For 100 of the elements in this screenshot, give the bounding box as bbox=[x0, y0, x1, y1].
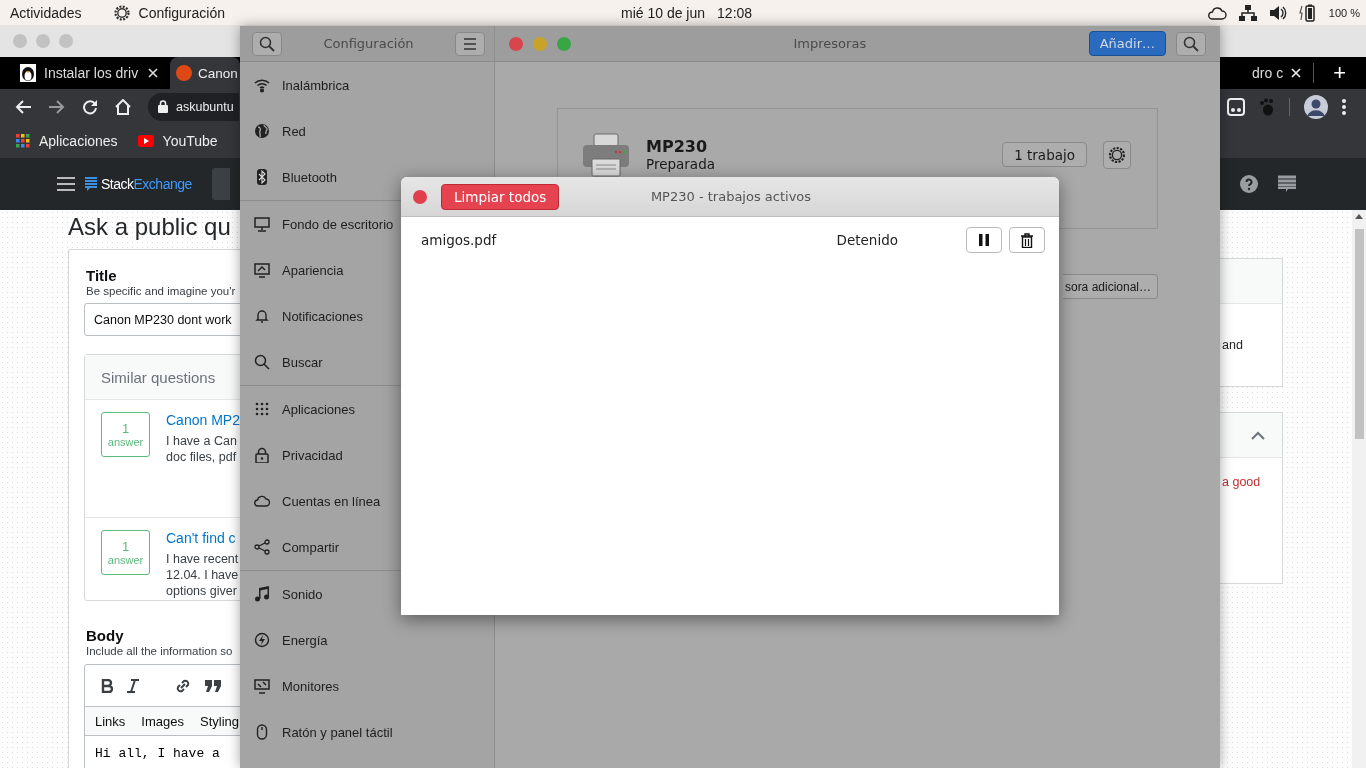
scroll-thumb[interactable] bbox=[1354, 229, 1364, 439]
reload-icon[interactable] bbox=[82, 98, 98, 115]
gear-icon bbox=[1108, 145, 1126, 164]
answer-count: 1 bbox=[121, 421, 130, 436]
chevron-up-icon[interactable] bbox=[1251, 430, 1265, 440]
sidebar-item[interactable]: Ratón y panel táctil bbox=[240, 709, 494, 755]
bold-icon[interactable] bbox=[101, 678, 113, 693]
search-icon bbox=[259, 35, 275, 52]
window-title: Impresoras bbox=[792, 36, 868, 51]
activities-button[interactable]: Actividades bbox=[10, 4, 82, 21]
card-text: a good bbox=[1221, 474, 1262, 491]
delete-button[interactable] bbox=[1009, 227, 1045, 253]
settings-button[interactable] bbox=[1103, 140, 1131, 169]
extension-icon[interactable] bbox=[1227, 97, 1245, 116]
share-icon bbox=[254, 539, 270, 555]
penguin-icon bbox=[20, 64, 36, 82]
editor-help-tab[interactable]: Images bbox=[141, 713, 184, 729]
add-button[interactable]: Añadir… bbox=[1088, 31, 1166, 56]
scrollbar[interactable] bbox=[1352, 210, 1366, 768]
date-text[interactable]: mié 10 de jun bbox=[621, 4, 706, 21]
question-link[interactable]: Can't find c bbox=[166, 530, 239, 546]
home-icon[interactable] bbox=[114, 98, 132, 115]
answer-count: 1 bbox=[121, 539, 130, 554]
back-icon[interactable] bbox=[14, 98, 32, 115]
title-input-field[interactable]: Canon MP230 dont work bbox=[84, 303, 240, 336]
menu-icon[interactable] bbox=[57, 177, 75, 191]
editor-help-tab[interactable]: Links bbox=[95, 713, 126, 729]
search-button[interactable] bbox=[252, 31, 282, 56]
bluetooth-icon bbox=[254, 169, 270, 185]
bookmark-link[interactable]: Aplicaciones bbox=[16, 133, 118, 149]
address-text: askubuntu bbox=[176, 99, 234, 114]
cloud-icon[interactable] bbox=[1206, 5, 1227, 20]
printer-status: Preparada bbox=[646, 156, 716, 172]
clock-text[interactable]: 12:08 bbox=[717, 4, 753, 21]
globe-icon bbox=[254, 123, 270, 139]
answer-label: answer bbox=[107, 554, 144, 566]
card-text: and bbox=[1221, 337, 1244, 354]
address-bar[interactable]: askubuntu bbox=[148, 92, 239, 121]
clear-all-button[interactable]: Limpiar todos bbox=[441, 183, 560, 210]
question-link[interactable]: Canon MP2 bbox=[166, 412, 240, 428]
field-label: Title bbox=[86, 267, 118, 284]
panel-heading: Similar questions bbox=[85, 355, 240, 400]
menu-button[interactable] bbox=[455, 31, 485, 56]
bookmark-link[interactable]: YouTube bbox=[137, 133, 218, 149]
gear-icon bbox=[112, 3, 131, 22]
new-tab-button[interactable]: + bbox=[1314, 57, 1366, 89]
monitor-icon bbox=[254, 678, 270, 694]
monitor-icon bbox=[254, 262, 270, 278]
italic-icon[interactable] bbox=[127, 678, 139, 693]
browser-tab[interactable]: Instalar los driv bbox=[8, 57, 170, 89]
jobs-button[interactable]: 1 trabajo bbox=[1002, 142, 1087, 167]
play-logo-icon bbox=[137, 135, 154, 147]
close-icon[interactable] bbox=[148, 68, 158, 78]
field-label: Body bbox=[86, 627, 125, 644]
forward-icon[interactable] bbox=[48, 98, 66, 115]
music-note-icon bbox=[254, 586, 270, 602]
cloud-icon bbox=[254, 493, 270, 509]
close-icon[interactable] bbox=[1291, 68, 1302, 78]
add-printer-button[interactable]: sora adicional… bbox=[1062, 274, 1158, 299]
app-menu[interactable]: Configuración bbox=[138, 4, 225, 21]
sidebar-item[interactable]: Energía bbox=[240, 617, 494, 663]
volume-icon[interactable] bbox=[1268, 4, 1287, 21]
dots-grid-icon bbox=[254, 401, 270, 417]
power-icon bbox=[254, 632, 270, 648]
search-icon bbox=[1183, 35, 1199, 52]
browser-tab[interactable]: Canon bbox=[170, 57, 240, 89]
question-excerpt: I have recent bbox=[166, 551, 239, 567]
answer-label: answer bbox=[107, 436, 144, 448]
body-text[interactable]: Hi all, I have a bbox=[85, 736, 240, 768]
avatar-icon[interactable] bbox=[1304, 94, 1328, 119]
battery-icon[interactable] bbox=[1298, 3, 1317, 22]
help-icon[interactable] bbox=[1240, 175, 1258, 193]
scroll-up-icon[interactable] bbox=[1355, 214, 1363, 219]
wifi-icon bbox=[254, 77, 270, 93]
sidebar-item[interactable]: Inalámbrica bbox=[240, 62, 494, 108]
pause-button[interactable] bbox=[966, 227, 1002, 253]
browser-tab[interactable]: dro c bbox=[1250, 63, 1315, 83]
close-button[interactable] bbox=[413, 189, 427, 204]
sidebar-item[interactable]: Monitores bbox=[240, 663, 494, 709]
menu-icon bbox=[463, 37, 477, 50]
chat-icon[interactable] bbox=[1278, 175, 1296, 193]
menu-dots-icon[interactable] bbox=[1342, 98, 1346, 115]
field-hint: Be specific and imagine you'r bbox=[86, 285, 237, 297]
job-name: amigos.pdf bbox=[421, 232, 498, 248]
editor-help-tab[interactable]: Styling bbox=[200, 713, 240, 729]
network-icon[interactable] bbox=[1238, 4, 1257, 21]
search-field[interactable] bbox=[211, 168, 230, 200]
sidebar-item[interactable]: Red bbox=[240, 108, 494, 154]
window-title: Configuración bbox=[323, 36, 414, 51]
battery-percent[interactable]: 100 % bbox=[1328, 6, 1360, 19]
trash-icon bbox=[1021, 232, 1033, 248]
page-heading: Ask a public qu bbox=[68, 212, 232, 242]
bell-icon bbox=[254, 308, 270, 324]
link-icon[interactable] bbox=[175, 677, 191, 694]
site-logo[interactable]: StackExchange bbox=[101, 176, 192, 192]
lock-icon bbox=[254, 447, 270, 463]
monitor-icon bbox=[254, 216, 270, 232]
quote-icon[interactable] bbox=[205, 679, 221, 692]
search-button[interactable] bbox=[1176, 31, 1206, 56]
job-status: Detenido bbox=[836, 232, 898, 248]
